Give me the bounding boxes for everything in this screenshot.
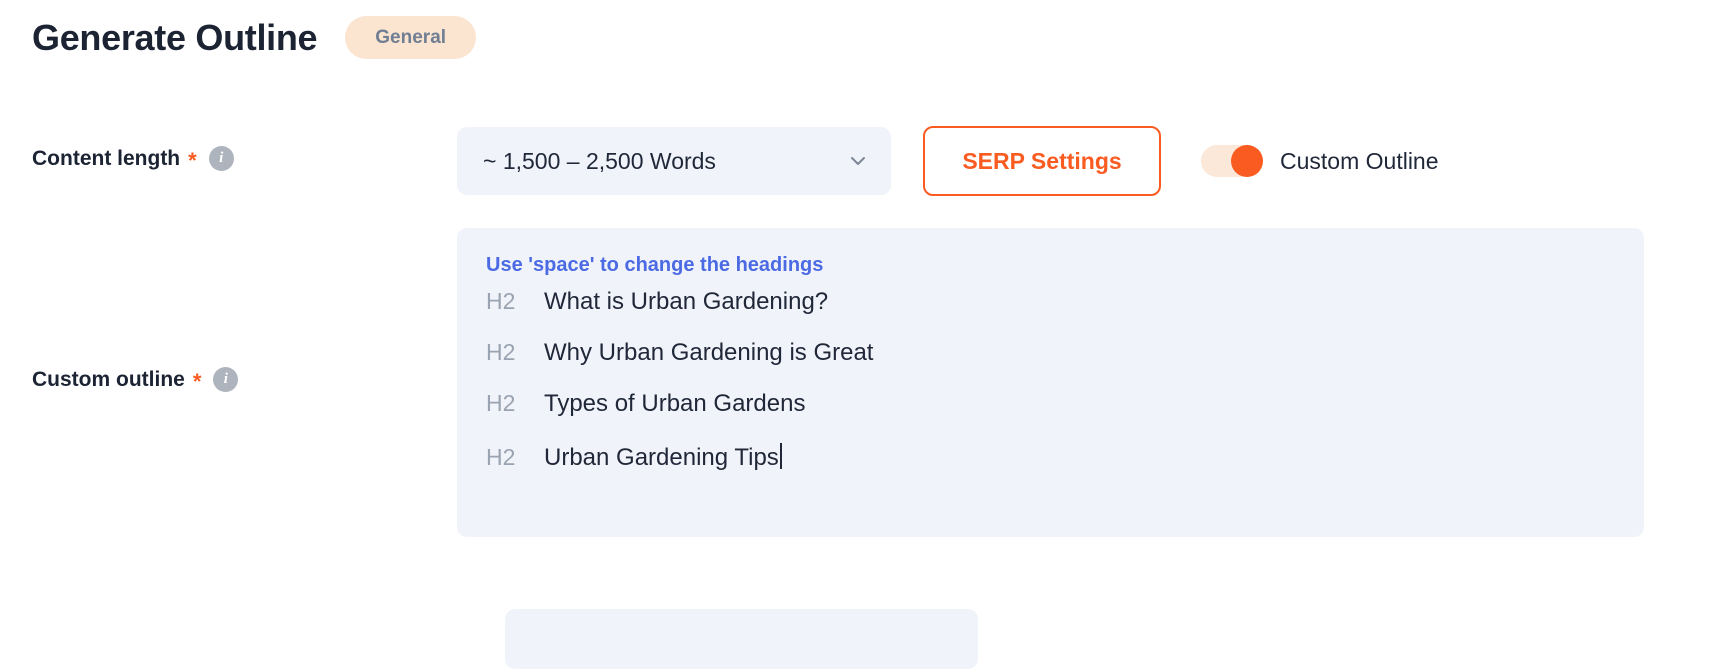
page-header: Generate Outline General <box>32 16 477 59</box>
heading-text: Urban Gardening Tips <box>544 443 782 470</box>
info-icon[interactable]: i <box>213 367 239 392</box>
list-item[interactable]: H2 Urban Gardening Tips <box>486 443 1644 494</box>
serp-settings-button[interactable]: SERP Settings <box>923 126 1161 196</box>
info-icon[interactable]: i <box>208 146 234 171</box>
chevron-down-icon <box>849 152 867 170</box>
required-asterisk: * <box>188 147 197 173</box>
heading-tag: H2 <box>486 339 516 365</box>
content-length-label: Content length * i <box>32 146 234 171</box>
heading-tag: H2 <box>486 444 516 470</box>
list-item[interactable]: H2 Why Urban Gardening is Great <box>486 341 1644 392</box>
custom-outline-toggle[interactable] <box>1201 145 1263 177</box>
custom-outline-toggle-label: Custom Outline <box>1280 147 1439 174</box>
custom-outline-editor[interactable]: Use 'space' to change the headings H2 Wh… <box>457 228 1644 537</box>
heading-text: What is Urban Gardening? <box>544 288 829 315</box>
next-field-partial[interactable] <box>505 609 978 669</box>
list-item[interactable]: H2 What is Urban Gardening? <box>486 290 1644 341</box>
heading-tag: H2 <box>486 288 516 314</box>
outline-heading-list: H2 What is Urban Gardening? H2 Why Urban… <box>457 290 1644 494</box>
outline-hint-text: Use 'space' to change the headings <box>486 254 824 276</box>
status-badge: General <box>345 16 477 59</box>
content-length-controls: ~ 1,500 – 2,500 Words SERP Settings Cust… <box>457 126 1439 196</box>
page-title: Generate Outline <box>32 16 318 58</box>
content-length-label-text: Content length <box>32 146 181 170</box>
toggle-knob <box>1231 145 1263 177</box>
required-asterisk: * <box>192 368 202 394</box>
content-length-select[interactable]: ~ 1,500 – 2,500 Words <box>457 127 891 195</box>
heading-tag: H2 <box>486 390 516 416</box>
custom-outline-toggle-group: Custom Outline <box>1201 145 1439 177</box>
list-item[interactable]: H2 Types of Urban Gardens <box>486 392 1644 443</box>
custom-outline-label-text: Custom outline <box>32 367 185 391</box>
custom-outline-label: Custom outline * i <box>32 367 239 394</box>
heading-text: Types of Urban Gardens <box>544 390 806 417</box>
content-length-select-value: ~ 1,500 – 2,500 Words <box>483 147 716 174</box>
heading-text: Why Urban Gardening is Great <box>544 339 874 366</box>
